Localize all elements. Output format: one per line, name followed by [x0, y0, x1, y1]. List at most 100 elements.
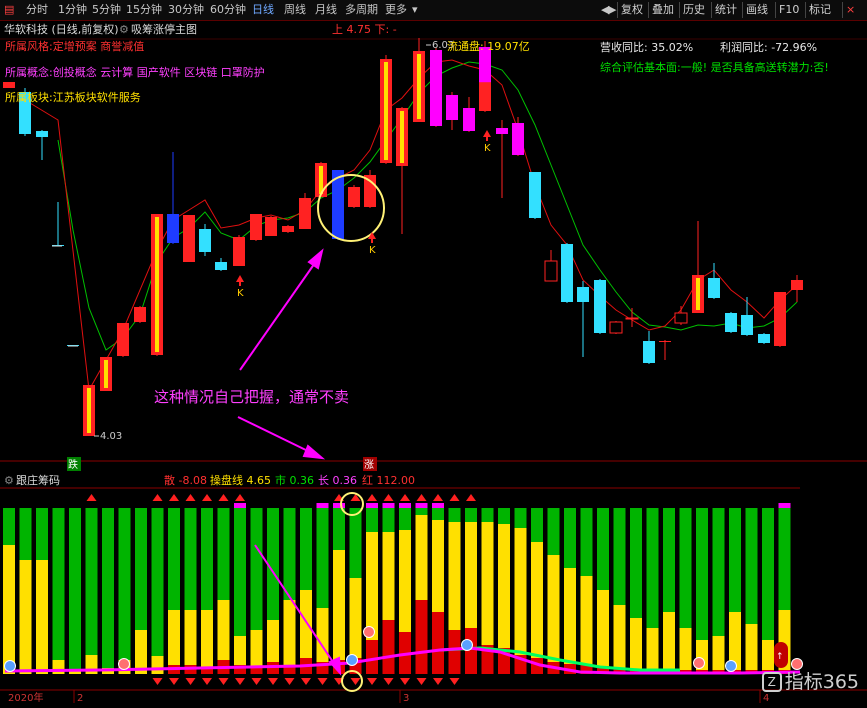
candle [83, 385, 95, 436]
candle [463, 97, 475, 132]
diamond-icon [433, 678, 443, 685]
candle [692, 221, 704, 313]
chip-bar [69, 508, 81, 674]
cap-marker [316, 503, 329, 508]
more-dropdown-icon[interactable]: ▾ [412, 3, 418, 17]
chip-bar [613, 508, 626, 674]
period-weekly[interactable]: 周线 [284, 3, 306, 17]
chip-bar [415, 508, 428, 674]
candle [134, 306, 146, 323]
candle [430, 48, 442, 127]
window-close-icon[interactable]: × [842, 2, 858, 18]
period-30min[interactable]: 30分钟 [168, 3, 204, 17]
period-more[interactable]: 更多 [385, 3, 407, 17]
k-signal-3: K [483, 130, 491, 154]
up-triangle-icon [367, 494, 377, 501]
candle [364, 170, 376, 208]
up-triangle-icon [218, 494, 229, 501]
candle [561, 243, 573, 303]
up-triangle-icon [449, 494, 460, 501]
chip-bar [201, 508, 213, 674]
signal-ball-icon [693, 657, 705, 669]
mark-button[interactable]: 标记 [805, 2, 834, 18]
sub-val-caopan: 操盘线 4.65 [210, 474, 271, 487]
sub-val-hong: 红 112.00 [362, 474, 415, 487]
candle [725, 312, 737, 333]
period-multi[interactable]: 多周期 [345, 3, 378, 17]
signal-ball-icon [4, 660, 16, 672]
candle [674, 306, 688, 325]
up-triangle-icon [433, 494, 443, 501]
watermark: Z 指标365 [761, 667, 859, 694]
diamond-icon [317, 678, 328, 685]
period-15min[interactable]: 15分钟 [126, 3, 162, 17]
draw-line-button[interactable]: 画线 [742, 2, 771, 18]
chip-bar [547, 508, 560, 674]
chip-indicator-chart[interactable]: ↑ 2020年 2 3 4 [0, 472, 867, 708]
chip-bar [349, 508, 362, 674]
forward-arrow-icon[interactable]: ▶ [608, 3, 616, 17]
diejia-button[interactable]: 叠加 [648, 2, 677, 18]
chip-bar [184, 508, 197, 674]
candle [348, 185, 360, 208]
period-daily[interactable]: 日线 [252, 3, 274, 17]
chip-bar [630, 508, 642, 674]
period-60min[interactable]: 60分钟 [210, 3, 246, 17]
candle [496, 120, 508, 198]
candle [659, 340, 671, 360]
f10-button[interactable]: F10 [775, 2, 802, 18]
sub-settings-icon[interactable]: ⚙ [4, 474, 14, 487]
candle [215, 258, 227, 271]
signal-ball-icon [363, 626, 375, 638]
chip-bar [85, 508, 98, 674]
candle [183, 215, 195, 262]
left-price-marker [3, 82, 15, 88]
indicator-settings-icon[interactable]: ⚙ [119, 23, 129, 36]
up-triangle-icon [416, 494, 427, 501]
candle [265, 216, 277, 236]
diamond-icon [350, 678, 361, 685]
candle [52, 202, 64, 246]
tick-mar: 3 [403, 693, 409, 704]
chip-bar [366, 508, 378, 674]
period-1min[interactable]: 1分钟 [58, 3, 87, 17]
cap-marker [432, 503, 444, 508]
sub-val-san: 散 -8.08 [164, 474, 207, 487]
period-fenshi[interactable]: 分时 [26, 3, 48, 17]
sub-title[interactable]: 跟庄筹码 [16, 474, 60, 487]
period-monthly[interactable]: 月线 [315, 3, 337, 17]
diamond-icon [284, 678, 295, 685]
chip-bar [36, 508, 48, 674]
up-triangle-icon [383, 494, 394, 501]
annotation-arrow [237, 248, 326, 460]
cap-marker [234, 503, 246, 508]
profit-yoy: 利润同比: -72.96% [720, 41, 818, 54]
indicator-name[interactable]: 吸筹涨停主图 [131, 23, 197, 36]
die-label: 跌 [68, 458, 78, 471]
chip-bar [762, 508, 774, 674]
main-kline-chart[interactable]: K K K 4.03 6.03 跌 涨 [0, 20, 867, 472]
menu-icon[interactable]: ▤ [4, 3, 14, 17]
up-triangle-icon [86, 494, 97, 501]
up-triangle-icon [400, 494, 410, 501]
chip-bar [333, 508, 345, 674]
concept-info: 所属概念:创投概念 云计算 国产软件 区块链 口罩防护 [5, 66, 265, 79]
history-button[interactable]: 历史 [679, 2, 708, 18]
revenue-yoy: 营收同比: 35.02% [600, 41, 694, 54]
period-5min[interactable]: 5分钟 [92, 3, 121, 17]
sub-val-chang: 长 0.36 [318, 474, 357, 487]
diamond-icon [383, 678, 394, 685]
candle [594, 279, 606, 334]
candle [446, 92, 458, 130]
diamond-icon [202, 678, 212, 685]
rating-info: 综合评估基本面:一般! 是否具备高送转潜力:否! [600, 61, 829, 74]
ma-line-green [57, 61, 798, 351]
candle [413, 38, 425, 122]
chip-bar [250, 508, 263, 674]
low-price-label: 4.03 [100, 431, 122, 442]
logo-icon: Z [761, 672, 782, 692]
fuquan-button[interactable]: 复权 [617, 2, 646, 18]
stats-button[interactable]: 统计 [711, 2, 740, 18]
chip-bar [597, 508, 609, 674]
candle [758, 333, 770, 344]
